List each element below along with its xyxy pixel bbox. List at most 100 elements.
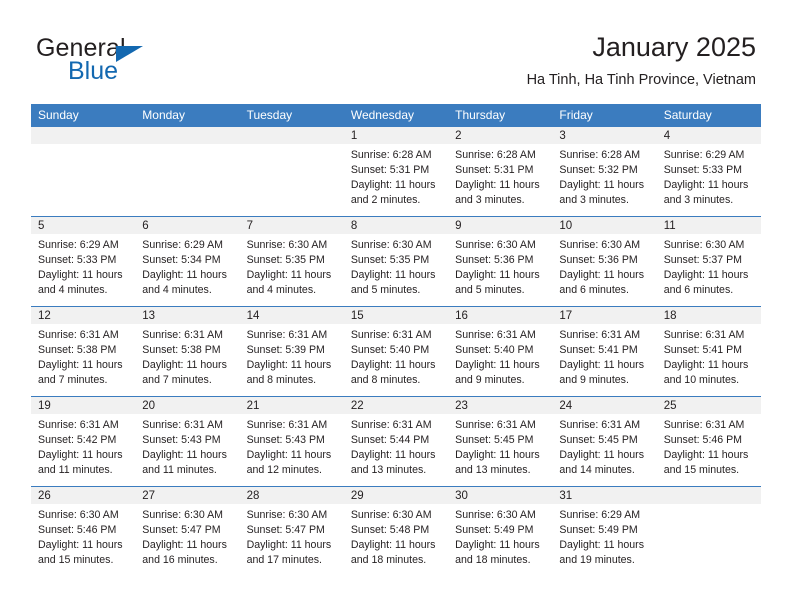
daylight-text-line2: and 5 minutes. bbox=[455, 284, 525, 297]
daylight-text-line2: and 13 minutes. bbox=[455, 464, 531, 477]
title-block: January 2025 Ha Tinh, Ha Tinh Province, … bbox=[527, 30, 756, 91]
calendar-day-cell[interactable]: 1 Sunrise: 6:28 AM Sunset: 5:31 PM Daylight… bbox=[343, 127, 449, 217]
weekday-header-saturday: Saturday bbox=[656, 104, 761, 127]
calendar-day-cell[interactable]: 10 Sunrise: 6:30 AM Sunset: 5:36 PM Dayligh… bbox=[552, 216, 657, 307]
day-number: 6 bbox=[142, 220, 149, 232]
day-number: 17 bbox=[559, 310, 573, 322]
calendar-day-cell[interactable]: 30 Sunrise: 6:30 AM Sunset: 5:49 PM Dayligh… bbox=[448, 486, 553, 576]
day-number: 13 bbox=[142, 310, 156, 322]
calendar-day-cell[interactable]: 7 Sunrise: 6:30 AM Sunset: 5:35 PM Daylight… bbox=[239, 216, 344, 307]
sunrise-text: Sunrise: 6:30 AM bbox=[142, 509, 223, 521]
day-details: Sunrise: 6:31 AM Sunset: 5:41 PM Daylight:… bbox=[657, 324, 761, 388]
sunset-text: Sunset: 5:34 PM bbox=[142, 254, 221, 267]
day-details: Sunrise: 6:30 AM Sunset: 5:37 PM Daylight:… bbox=[657, 234, 761, 298]
logo-word-blue: Blue bbox=[68, 57, 119, 85]
sunset-text: Sunset: 5:37 PM bbox=[663, 254, 743, 267]
day-details: Sunrise: 6:29 AM Sunset: 5:33 PM Daylight:… bbox=[31, 234, 135, 298]
day-number-strip: 25 bbox=[656, 397, 761, 414]
sunrise-text: Sunrise: 6:31 AM bbox=[246, 419, 328, 431]
calendar-day-cell[interactable]: 14 Sunrise: 6:31 AM Sunset: 5:39 PM Dayligh… bbox=[239, 306, 344, 397]
day-number-strip: 29 bbox=[343, 487, 449, 504]
day-details: Sunrise: 6:31 AM Sunset: 5:45 PM Daylight:… bbox=[448, 414, 552, 478]
calendar-day-cell[interactable]: 12 Sunrise: 6:31 AM Sunset: 5:38 PM Dayligh… bbox=[31, 306, 136, 397]
calendar-day-cell[interactable]: 5 Sunrise: 6:29 AM Sunset: 5:33 PM Daylight… bbox=[31, 216, 136, 307]
daylight-text-line2: and 8 minutes. bbox=[350, 374, 421, 387]
day-number: 25 bbox=[663, 400, 677, 412]
calendar-day-cell[interactable]: 22 Sunrise: 6:31 AM Sunset: 5:44 PM Dayligh… bbox=[343, 396, 449, 487]
calendar-day-cell[interactable]: 9 Sunrise: 6:30 AM Sunset: 5:36 PM Daylight… bbox=[448, 216, 553, 307]
daylight-text-line1: Daylight: 11 hours bbox=[142, 269, 227, 282]
daylight-text-line2: and 8 minutes. bbox=[246, 374, 317, 387]
calendar-day-cell[interactable]: 4 Sunrise: 6:29 AM Sunset: 5:33 PM Daylight… bbox=[656, 127, 761, 217]
day-number-strip bbox=[135, 127, 240, 144]
calendar-day-cell[interactable]: 6 Sunrise: 6:29 AM Sunset: 5:34 PM Daylight… bbox=[135, 216, 240, 307]
calendar-day-cell[interactable]: 23 Sunrise: 6:31 AM Sunset: 5:45 PM Dayligh… bbox=[448, 396, 553, 487]
daylight-text-line1: Daylight: 11 hours bbox=[350, 359, 436, 372]
day-number: 30 bbox=[455, 490, 468, 502]
calendar-day-cell[interactable]: 27 Sunrise: 6:30 AM Sunset: 5:47 PM Dayligh… bbox=[135, 486, 240, 576]
general-blue-logo[interactable]: General Blue bbox=[36, 34, 246, 88]
day-details: Sunrise: 6:31 AM Sunset: 5:44 PM Daylight:… bbox=[344, 414, 448, 478]
daylight-text-line2: and 6 minutes. bbox=[663, 284, 734, 297]
calendar-day-cell[interactable]: 17 Sunrise: 6:31 AM Sunset: 5:41 PM Dayligh… bbox=[552, 306, 657, 397]
sunrise-text: Sunrise: 6:31 AM bbox=[38, 419, 119, 431]
sunset-text: Sunset: 5:41 PM bbox=[559, 344, 638, 357]
sunset-text: Sunset: 5:35 PM bbox=[350, 254, 430, 267]
weekday-header-sunday: Sunday bbox=[31, 104, 136, 127]
day-details: Sunrise: 6:31 AM Sunset: 5:38 PM Daylight:… bbox=[135, 324, 239, 388]
day-details: Sunrise: 6:30 AM Sunset: 5:48 PM Daylight:… bbox=[344, 504, 448, 568]
sunrise-text: Sunrise: 6:30 AM bbox=[455, 239, 536, 251]
day-number: 27 bbox=[142, 490, 156, 502]
day-details: Sunrise: 6:28 AM Sunset: 5:31 PM Daylight:… bbox=[448, 144, 552, 208]
daylight-text-line1: Daylight: 11 hours bbox=[455, 359, 540, 372]
day-details: Sunrise: 6:30 AM Sunset: 5:46 PM Daylight:… bbox=[31, 504, 135, 568]
daylight-text-line1: Daylight: 11 hours bbox=[455, 449, 540, 462]
day-number-strip: 8 bbox=[343, 217, 449, 234]
sunset-text: Sunset: 5:36 PM bbox=[455, 254, 534, 267]
calendar-day-cell[interactable]: 24 Sunrise: 6:31 AM Sunset: 5:45 PM Dayligh… bbox=[552, 396, 657, 487]
calendar-week-row: 5 Sunrise: 6:29 AM Sunset: 5:33 PM Daylight… bbox=[31, 216, 761, 307]
day-number: 28 bbox=[246, 490, 260, 502]
calendar-day-cell[interactable]: 25 Sunrise: 6:31 AM Sunset: 5:46 PM Dayligh… bbox=[656, 396, 761, 487]
day-number-strip: 16 bbox=[448, 307, 553, 324]
day-number: 29 bbox=[350, 490, 364, 502]
sunset-text: Sunset: 5:40 PM bbox=[350, 344, 430, 357]
sunrise-text: Sunrise: 6:30 AM bbox=[38, 509, 119, 521]
sunrise-text: Sunrise: 6:31 AM bbox=[38, 329, 119, 341]
calendar-day-cell[interactable]: 16 Sunrise: 6:31 AM Sunset: 5:40 PM Dayligh… bbox=[448, 306, 553, 397]
sunrise-text: Sunrise: 6:30 AM bbox=[246, 509, 328, 521]
calendar-day-cell[interactable]: 15 Sunrise: 6:31 AM Sunset: 5:40 PM Dayligh… bbox=[343, 306, 449, 397]
day-number: 4 bbox=[663, 130, 671, 142]
day-number: 22 bbox=[350, 400, 364, 412]
calendar-day-cell[interactable]: 21 Sunrise: 6:31 AM Sunset: 5:43 PM Dayligh… bbox=[239, 396, 344, 487]
day-number: 26 bbox=[38, 490, 51, 502]
sunrise-text: Sunrise: 6:29 AM bbox=[663, 149, 745, 161]
calendar-day-cell[interactable]: 31 Sunrise: 6:29 AM Sunset: 5:49 PM Dayligh… bbox=[552, 486, 657, 576]
calendar-day-cell[interactable]: 20 Sunrise: 6:31 AM Sunset: 5:43 PM Dayligh… bbox=[135, 396, 240, 487]
calendar-day-cell[interactable]: 19 Sunrise: 6:31 AM Sunset: 5:42 PM Dayligh… bbox=[31, 396, 136, 487]
calendar-day-cell[interactable]: 11 Sunrise: 6:30 AM Sunset: 5:37 PM Dayligh… bbox=[656, 216, 761, 307]
calendar-day-cell[interactable]: 28 Sunrise: 6:30 AM Sunset: 5:47 PM Dayligh… bbox=[239, 486, 344, 576]
sunrise-text: Sunrise: 6:31 AM bbox=[663, 329, 745, 341]
calendar-day-cell[interactable]: 29 Sunrise: 6:30 AM Sunset: 5:48 PM Dayligh… bbox=[343, 486, 449, 576]
calendar-day-cell[interactable]: 8 Sunrise: 6:30 AM Sunset: 5:35 PM Daylight… bbox=[343, 216, 449, 307]
day-details: Sunrise: 6:31 AM Sunset: 5:45 PM Daylight:… bbox=[552, 414, 656, 478]
sunset-text: Sunset: 5:31 PM bbox=[455, 164, 534, 177]
calendar-day-cell[interactable]: 18 Sunrise: 6:31 AM Sunset: 5:41 PM Dayligh… bbox=[656, 306, 761, 397]
day-number-strip: 20 bbox=[135, 397, 240, 414]
calendar-day-cell[interactable]: 2 Sunrise: 6:28 AM Sunset: 5:31 PM Daylight… bbox=[448, 127, 553, 217]
sunset-text: Sunset: 5:43 PM bbox=[142, 434, 221, 447]
calendar-week-row: 12 Sunrise: 6:31 AM Sunset: 5:38 PM Dayligh… bbox=[31, 306, 761, 397]
daylight-text-line1: Daylight: 11 hours bbox=[142, 359, 227, 372]
calendar-week-row: 19 Sunrise: 6:31 AM Sunset: 5:42 PM Dayligh… bbox=[31, 396, 761, 487]
daylight-text-line1: Daylight: 11 hours bbox=[559, 449, 645, 462]
calendar-day-cell[interactable]: 26 Sunrise: 6:30 AM Sunset: 5:46 PM Dayligh… bbox=[31, 486, 136, 576]
sunrise-text: Sunrise: 6:30 AM bbox=[455, 509, 536, 521]
day-details: Sunrise: 6:30 AM Sunset: 5:47 PM Daylight:… bbox=[135, 504, 239, 568]
daylight-text-line2: and 5 minutes. bbox=[350, 284, 421, 297]
calendar-day-cell[interactable]: 13 Sunrise: 6:31 AM Sunset: 5:38 PM Dayligh… bbox=[135, 306, 240, 397]
sunset-text: Sunset: 5:45 PM bbox=[559, 434, 638, 447]
calendar-day-cell[interactable]: 3 Sunrise: 6:28 AM Sunset: 5:32 PM Daylight… bbox=[552, 127, 657, 217]
daylight-text-line1: Daylight: 11 hours bbox=[559, 539, 645, 552]
daylight-text-line1: Daylight: 11 hours bbox=[663, 269, 749, 282]
